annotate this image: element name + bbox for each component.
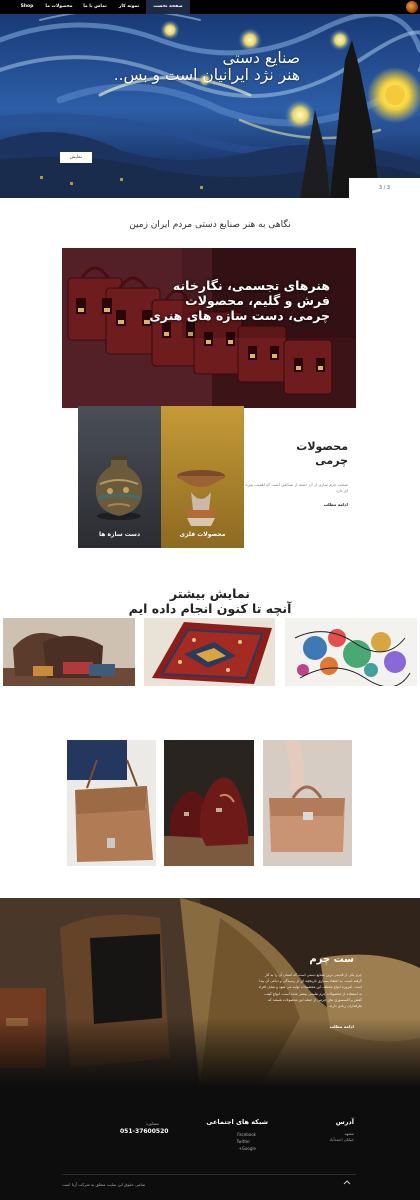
leather-bags-image <box>62 248 356 408</box>
hero-show-button[interactable]: نمایش <box>60 152 92 163</box>
product-briefcase[interactable] <box>263 740 352 866</box>
leather-set-description: چرم یکی از قدیمی ترین صنایع دستی است که … <box>258 973 362 1009</box>
nav-item-home[interactable]: صفحه نخست <box>146 0 190 14</box>
briefcase-image <box>263 740 352 866</box>
leather-products-block: محصولات چرمی صنعت چرم سازی از آن دسته از… <box>240 440 348 507</box>
nav-item-portfolio[interactable]: نمونه کار <box>112 0 146 14</box>
gallery-title-line1: نمایش بیشتر <box>170 586 250 601</box>
nav-item-shop[interactable]: Shop <box>14 0 40 14</box>
footer-copyright: تمامی حقوق این سایت متعلق به شرکت آرتا ا… <box>62 1182 146 1187</box>
gallery-title-line2: آنچه تا کنون انجام داده ایم <box>128 601 292 616</box>
footer: آدرس مشهد خیابان احمدآباد شبکه های اجتما… <box>0 1088 420 1200</box>
footer-phone-title: مشاوره <box>146 1121 159 1126</box>
gallery-item-bags[interactable] <box>3 618 135 686</box>
leather-products-title-line1: محصولات <box>296 440 348 453</box>
product-messenger-bag[interactable] <box>67 740 156 866</box>
leather-set-section: ست چرم چرم یکی از قدیمی ترین صنایع دستی … <box>0 898 420 1088</box>
slide-counter: 3 / 3 <box>349 178 420 198</box>
colorful-bags-image <box>3 618 135 686</box>
intro-title: نگاهی به هنر صنایع دستی مردم ایران زمین <box>129 220 291 230</box>
nav-item-contact[interactable]: تماس با ما <box>78 0 112 14</box>
chevron-up-icon[interactable] <box>343 1179 351 1187</box>
banner-line3: چرمی، دست سازه های هنری <box>149 308 330 323</box>
leather-products-description: صنعت چرم سازی از آن دسته از صنایعی است ک… <box>245 482 348 493</box>
product-leather-shoes[interactable] <box>164 740 254 866</box>
leather-products-title: محصولات چرمی <box>240 440 348 468</box>
hero-starry-night-image <box>0 0 420 198</box>
messenger-bag-image <box>67 740 156 866</box>
footer-social-facebook[interactable]: Facebook <box>237 1131 256 1138</box>
hero-slider: صنایع دستی هنر نژد ایرانیان است و بس.. ن… <box>0 0 420 198</box>
tile-handmade[interactable]: دست سازه ها <box>78 406 161 548</box>
leather-set-title: ست چرم <box>309 954 354 965</box>
footer-phone-number[interactable]: 051-37600520 <box>120 1128 168 1135</box>
banner-text: هنرهای تجسمی، نگارخانه فرش و گلیم، محصول… <box>149 278 330 323</box>
persian-carpet-image <box>144 618 275 686</box>
metal-bowl-image <box>177 470 225 526</box>
leather-products-title-line2: چرمی <box>315 454 348 467</box>
tile-metal-label: محصولات فلزی <box>179 531 226 538</box>
leather-set-read-more-link[interactable]: ادامه مطلب <box>330 1024 354 1029</box>
footer-address-line2: خیابان احمدآباد <box>329 1137 354 1142</box>
footer-address-title: آدرس <box>335 1118 354 1126</box>
tile-handmade-label: دست سازه ها <box>98 531 141 538</box>
hero-title: صنایع دستی هنر نژد ایرانیان است و بس.. <box>114 50 300 84</box>
banner-line2: فرش و گلیم، محصولات <box>185 293 330 308</box>
hero-title-line1: صنایع دستی <box>222 49 300 67</box>
brand-logo-icon[interactable] <box>406 1 418 13</box>
banner-line1: هنرهای تجسمی، نگارخانه <box>172 278 330 293</box>
gallery-item-carpet[interactable] <box>144 618 275 686</box>
footer-social-twitter[interactable]: Twitter <box>237 1138 250 1145</box>
hero-title-line2: هنر نژد ایرانیان است و بس.. <box>113 66 300 84</box>
nav-item-products[interactable]: محصولات ما <box>40 0 78 14</box>
pottery-vase-image <box>95 456 143 520</box>
gallery-title: نمایش بیشتر آنچه تا کنون انجام داده ایم <box>0 586 420 616</box>
read-more-link[interactable]: ادامه مطلب <box>240 502 348 507</box>
colorful-artwork-image <box>285 618 417 686</box>
gallery-item-art[interactable] <box>285 618 417 686</box>
leather-bags-banner[interactable]: هنرهای تجسمی، نگارخانه فرش و گلیم، محصول… <box>62 248 356 408</box>
footer-social-google[interactable]: +Google <box>239 1145 256 1152</box>
footer-divider <box>62 1174 356 1175</box>
footer-social-title: شبکه های اجتماعی <box>206 1118 268 1126</box>
tile-metal[interactable]: محصولات فلزی <box>161 406 244 548</box>
leather-shoes-image <box>164 740 254 866</box>
top-navbar: صفحه نخست نمونه کار تماس با ما محصولات م… <box>0 0 420 14</box>
